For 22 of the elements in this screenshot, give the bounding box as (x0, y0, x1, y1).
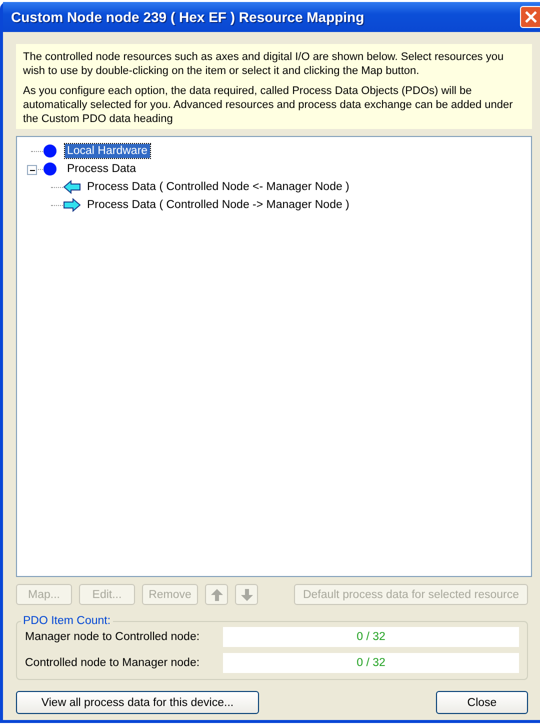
tree-item[interactable]: Process Data (65, 162, 138, 176)
tree-item[interactable]: Process Data ( Controlled Node <- Manager Node ) (85, 180, 352, 194)
close-button[interactable]: Close (436, 691, 528, 714)
group-title: PDO Item Count: (22, 615, 112, 627)
tree-item[interactable]: Local Hardware (65, 144, 150, 158)
window-title: Custom Node node 239 ( Hex EF ) Resource Mapping (11, 9, 364, 25)
collapse-toggle[interactable] (27, 165, 37, 175)
left-arrow-icon (63, 180, 81, 194)
tree-item[interactable]: Process Data ( Controlled Node -> Manager Node ) (85, 198, 352, 212)
circle-icon (43, 144, 57, 158)
count-label: Manager node to Controlled node: (25, 631, 201, 643)
view-data-button[interactable]: View all process data for this device... (16, 691, 259, 714)
circle-icon (43, 162, 57, 176)
close-icon[interactable] (520, 6, 540, 28)
count-value: 0 / 32 (223, 653, 519, 673)
up-arrow-icon (210, 588, 224, 602)
count-label: Controlled node to Manager node: (25, 657, 201, 669)
count-value: 0 / 32 (223, 627, 519, 647)
info-text: The controlled node resources such as axes and digital I/O are shown below. Select resources you wish to use by double-clicking on the item or select it and clicking the Map button. (23, 50, 505, 78)
info-text: As you configure each option, the data required, called Process Data Objects (PDOs) will be automatically selected for you. Advanced resources and process data exchange can be added under the Custom PDO data heading (23, 84, 514, 126)
down-arrow-icon (240, 588, 254, 602)
right-arrow-icon (63, 198, 81, 212)
